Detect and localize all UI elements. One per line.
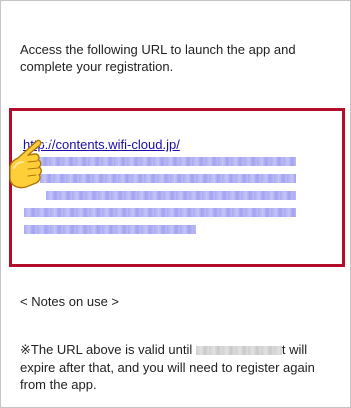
url-highlight-box: http://contents.wifi-cloud.jp/ <box>9 108 345 267</box>
redacted-url-line-3 <box>46 191 296 200</box>
intro-text: Access the following URL to launch the a… <box>20 42 296 74</box>
notes-prefix-text: ※The URL above is valid until <box>20 342 193 357</box>
redacted-url-line-2 <box>40 174 296 183</box>
notes-body: ※The URL above is valid until t will exp… <box>20 341 340 394</box>
redacted-date <box>195 346 282 356</box>
pointing-hand-icon <box>9 131 52 189</box>
notes-title: < Notes on use > <box>20 294 120 309</box>
redacted-url-line-1 <box>36 157 296 166</box>
email-message-card: Access the following URL to launch the a… <box>0 0 351 408</box>
redacted-url-line-5 <box>24 225 196 234</box>
redacted-url-line-4 <box>24 208 296 217</box>
